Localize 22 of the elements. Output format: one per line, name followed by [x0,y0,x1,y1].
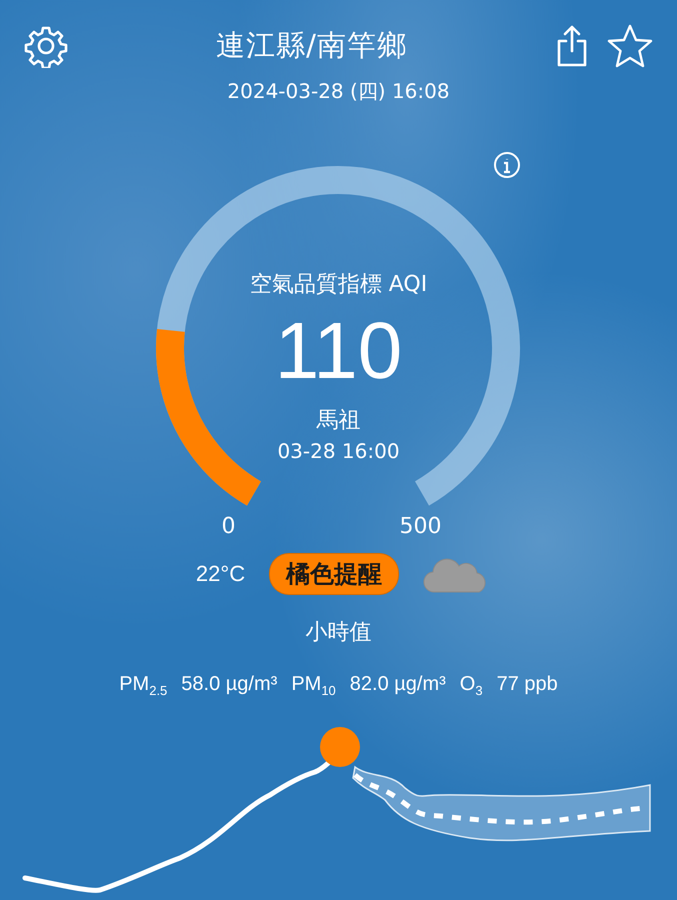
aqi-label: 空氣品質指標 AQI [250,271,428,299]
settings-icon[interactable] [24,24,68,68]
scale-max: 500 [400,514,442,539]
current-point [320,727,360,767]
alert-badge: 橘色提醒 [269,553,400,595]
scale-min: 0 [222,514,236,539]
pollutant-value: 82.0 µg/m³ [350,673,446,697]
pollutant-name: O$_{3}$ [460,673,483,698]
measure-time: 03-28 16:00 [277,439,400,463]
temperature: 22°C [196,561,246,587]
station-name: 馬祖 [316,407,360,435]
pollutant-value: 77 ppb [496,673,558,697]
pollutant-name: PM$_{2.5}$ [119,673,168,698]
aqi-value: 110 [274,311,402,391]
star-icon[interactable] [607,24,653,68]
info-icon[interactable] [494,152,520,178]
period-label: 小時值 [304,619,372,647]
pollutant-value: 58.0 µg/m³ [181,673,278,697]
update-time: 2024-03-28 (四) 16:08 [226,78,451,105]
share-icon[interactable] [555,25,589,67]
pollutant-name: PM$_{10}$ [291,673,336,698]
location-title: 連江縣/南竿鄉 [216,27,407,64]
